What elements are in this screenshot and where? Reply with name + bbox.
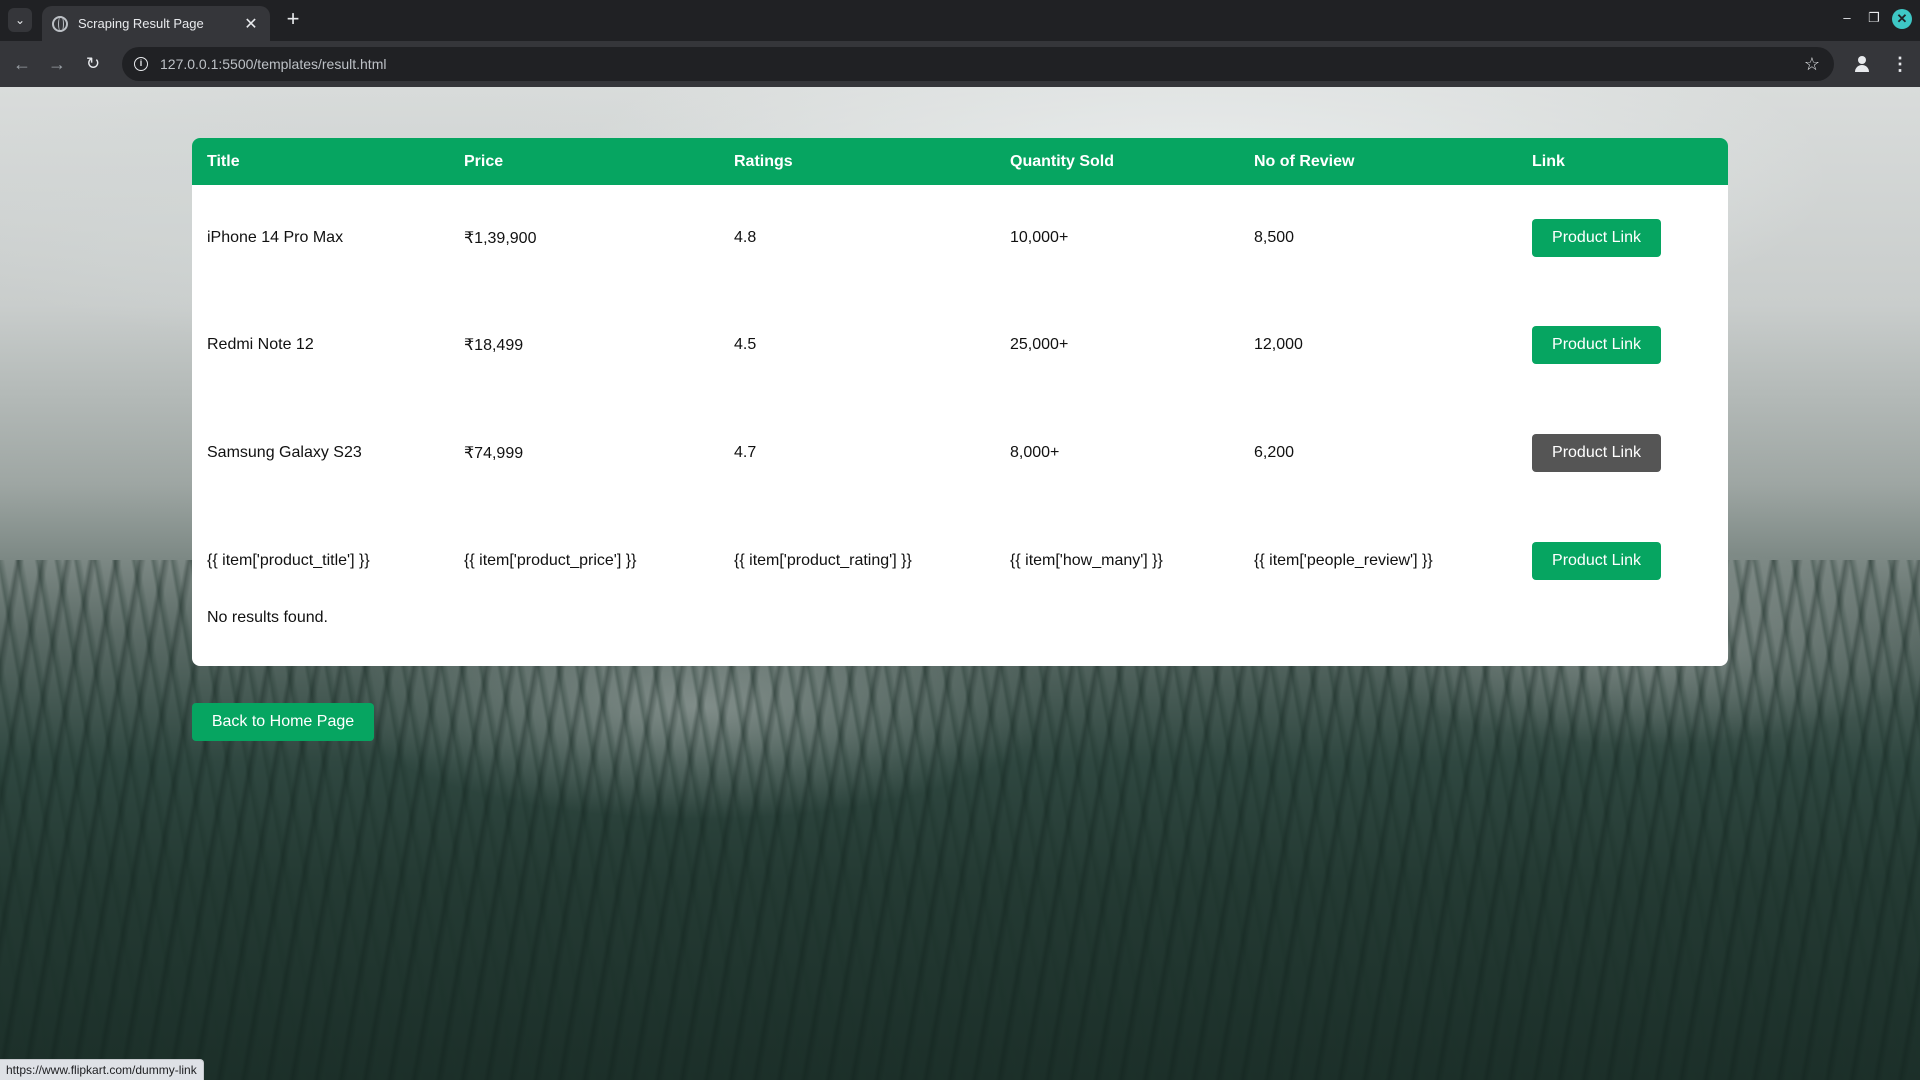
restore-icon[interactable]: ❐ <box>1864 10 1884 26</box>
tab-title: Scraping Result Page <box>78 16 204 31</box>
tab-search-chevron-icon[interactable]: ⌄ <box>8 8 32 32</box>
cell-link: Product Link <box>1517 219 1728 257</box>
browser-toolbar: ← → ↻ i 127.0.0.1:5500/templates/result.… <box>0 41 1920 87</box>
cell-rating: 4.7 <box>734 444 757 461</box>
cell-price: {{ item['product_price'] }} <box>464 552 637 569</box>
cell-link: Product Link <box>1517 326 1728 364</box>
table-row: iPhone 14 Pro Max ₹1,39,900 4.8 10,000+ … <box>192 185 1728 291</box>
tab-strip: ⌄ Scraping Result Page ✕ + – ❐ ✕ <box>0 0 1920 41</box>
no-results-message: No results found. <box>207 609 328 626</box>
results-table: Title Price Ratings Quantity Sold No of … <box>192 138 1728 666</box>
globe-icon <box>52 15 68 32</box>
cell-title: Redmi Note 12 <box>207 336 314 353</box>
cell-price: ₹74,999 <box>464 445 524 462</box>
cell-rating: 4.5 <box>734 336 757 353</box>
window-close-icon[interactable]: ✕ <box>1892 9 1912 29</box>
url-text[interactable]: 127.0.0.1:5500/templates/result.html <box>160 56 1804 72</box>
header-link: Link <box>1532 152 1565 170</box>
header-ratings: Ratings <box>734 152 793 170</box>
cell-reviews: {{ item['people_review'] }} <box>1254 552 1433 569</box>
table-row: Redmi Note 12 ₹18,499 4.5 25,000+ 12,000… <box>192 291 1728 399</box>
link-status-bar: https://www.flipkart.com/dummy-link <box>0 1059 204 1080</box>
cell-link: Product Link <box>1517 434 1728 472</box>
header-quantity-sold: Quantity Sold <box>1010 152 1114 170</box>
product-link-button[interactable]: Product Link <box>1532 326 1661 364</box>
back-to-home-button[interactable]: Back to Home Page <box>192 703 374 741</box>
cell-price: ₹1,39,900 <box>464 230 537 247</box>
cell-title: iPhone 14 Pro Max <box>207 229 344 246</box>
kebab-menu-icon[interactable]: ⋮ <box>1890 52 1910 76</box>
cell-price: ₹18,499 <box>464 337 524 354</box>
table-row: {{ item['product_title'] }} {{ item['pro… <box>192 507 1728 615</box>
bookmark-star-icon[interactable]: ☆ <box>1804 54 1820 75</box>
header-title: Title <box>207 152 240 170</box>
cell-reviews: 8,500 <box>1254 229 1295 246</box>
product-link-button-hovered[interactable]: Product Link <box>1532 434 1661 472</box>
product-link-button[interactable]: Product Link <box>1532 542 1661 580</box>
cell-reviews: 12,000 <box>1254 336 1303 353</box>
cell-link: Product Link <box>1517 542 1728 580</box>
page-viewport: Title Price Ratings Quantity Sold No of … <box>0 87 1920 1080</box>
table-row: Samsung Galaxy S23 ₹74,999 4.7 8,000+ 6,… <box>192 399 1728 507</box>
back-arrow-icon[interactable]: ← <box>10 52 34 76</box>
product-link-button[interactable]: Product Link <box>1532 219 1661 257</box>
table-header: Title Price Ratings Quantity Sold No of … <box>192 138 1728 185</box>
address-bar[interactable]: i 127.0.0.1:5500/templates/result.html ☆ <box>122 47 1834 81</box>
cell-quantity-sold: 8,000+ <box>1010 444 1060 461</box>
cell-reviews: 6,200 <box>1254 444 1295 461</box>
cell-quantity-sold: {{ item['how_many'] }} <box>1010 552 1163 569</box>
forward-arrow-icon[interactable]: → <box>45 52 69 76</box>
cell-title: {{ item['product_title'] }} <box>207 552 370 569</box>
tab-close-icon[interactable]: ✕ <box>242 14 260 34</box>
site-info-icon[interactable]: i <box>134 57 148 71</box>
cell-quantity-sold: 10,000+ <box>1010 229 1069 246</box>
profile-avatar-icon[interactable] <box>1850 52 1874 76</box>
header-price: Price <box>464 152 504 170</box>
reload-icon[interactable]: ↻ <box>81 52 105 76</box>
minimize-icon[interactable]: – <box>1837 10 1857 25</box>
cell-rating: {{ item['product_rating'] }} <box>734 552 912 569</box>
header-reviews: No of Review <box>1254 152 1355 170</box>
new-tab-plus-icon[interactable]: + <box>282 8 304 31</box>
cell-quantity-sold: 25,000+ <box>1010 336 1069 353</box>
cell-rating: 4.8 <box>734 229 757 246</box>
browser-tab[interactable]: Scraping Result Page ✕ <box>42 6 270 41</box>
cell-title: Samsung Galaxy S23 <box>207 444 362 461</box>
